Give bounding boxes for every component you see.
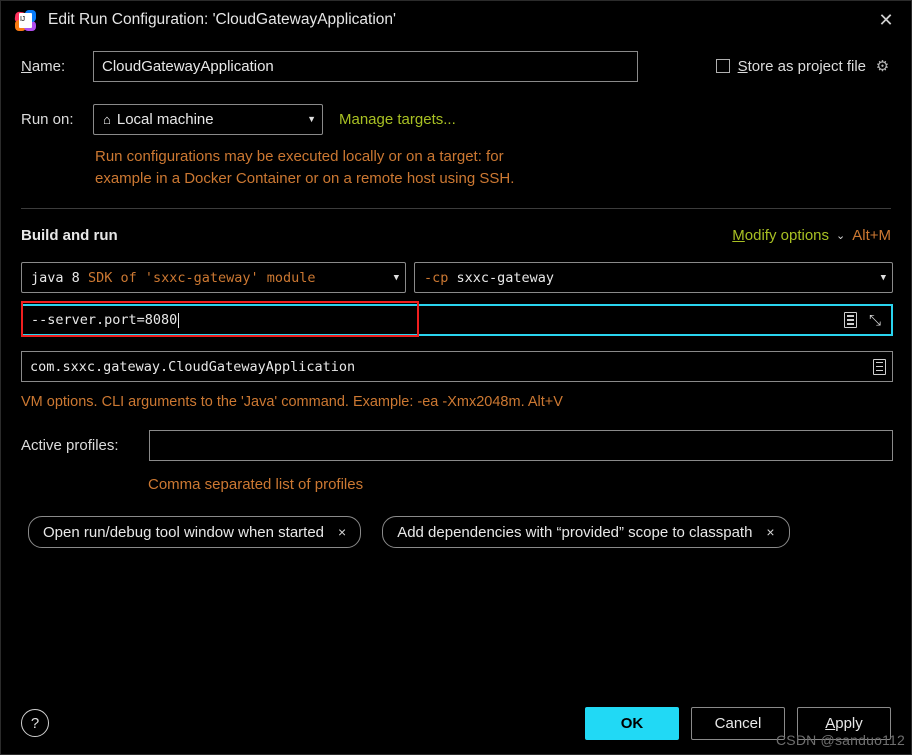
classpath-flag: -cp [424, 269, 449, 286]
gear-icon[interactable]: ⚙ [874, 58, 891, 75]
apply-label-rest: pply [835, 714, 863, 732]
build-and-run-title: Build and run [21, 226, 118, 244]
sdk-version: 8 [71, 269, 80, 286]
program-arguments-value: --server.port=8080 [31, 312, 178, 328]
classpath-module-combo[interactable]: -cp sxxc-gateway ▼ [414, 262, 893, 293]
titlebar: Edit Run Configuration: 'CloudGatewayApp… [1, 1, 911, 39]
name-row: Name: Store as project file ⚙ [1, 49, 911, 83]
footer-buttons: OK Cancel Apply [585, 706, 891, 740]
chevron-down-icon: ▼ [880, 272, 886, 283]
manage-targets-link[interactable]: Manage targets... [339, 111, 456, 128]
store-as-project-file-label: Store as project file [738, 58, 866, 75]
program-arguments-input[interactable]: --server.port=8080 ⤡ [21, 304, 893, 336]
close-icon[interactable]: × [766, 524, 774, 540]
run-on-combo[interactable]: ⌂ Local machine ▼ [93, 103, 323, 135]
help-icon[interactable]: ? [21, 709, 49, 737]
intellij-idea-logo-icon [14, 9, 36, 31]
list-document-icon[interactable] [873, 358, 886, 375]
active-profiles-input[interactable] [149, 430, 893, 461]
vm-options-hint: VM options. CLI arguments to the 'Java' … [21, 394, 563, 410]
run-on-value: Local machine [116, 110, 214, 128]
text-cursor [178, 312, 180, 328]
run-target-hint-line1: Run configurations may be executed local… [95, 148, 504, 165]
chevron-down-icon[interactable]: ⌄ [836, 229, 845, 242]
modify-options-shortcut: Alt+M [852, 226, 891, 244]
run-target-hint: Run configurations may be executed local… [95, 146, 655, 190]
store-as-project-file-checkbox[interactable] [715, 59, 730, 73]
modify-options-group: Modify options ⌄ Alt+M [732, 227, 891, 244]
program-arguments-icons: ⤡ [843, 312, 887, 328]
close-icon[interactable]: ✕ [873, 8, 899, 32]
store-as-project-file-group: Store as project file ⚙ [715, 58, 891, 75]
edit-run-configuration-dialog: Edit Run Configuration: 'CloudGatewayApp… [0, 0, 912, 755]
sdk-classpath-row: java 8 SDK of 'sxxc-gateway' module ▼ -c… [21, 262, 893, 293]
modify-options-mnemonic: M [732, 226, 745, 244]
modify-options-rest: odify options [744, 226, 830, 244]
modify-options-link[interactable]: Modify options [732, 227, 829, 244]
dialog-footer: ? OK Cancel Apply [1, 692, 911, 754]
build-and-run-header: Build and run Modify options ⌄ Alt+M [1, 223, 911, 247]
active-profiles-hint: Comma separated list of profiles [148, 476, 364, 493]
name-label-mnemonic: N [21, 57, 32, 75]
apply-button[interactable]: Apply [797, 706, 891, 740]
home-icon: ⌂ [103, 111, 111, 127]
dialog-title: Edit Run Configuration: 'CloudGatewayApp… [48, 11, 396, 28]
store-label-rest: tore as project file [747, 57, 866, 75]
chip-open-run-debug-tool-window[interactable]: Open run/debug tool window when started … [28, 516, 362, 548]
active-profiles-label: Active profiles: [21, 437, 119, 454]
name-input[interactable] [93, 50, 638, 82]
sdk-module-description: SDK of 'sxxc-gateway' module [87, 269, 316, 286]
apply-mnemonic: A [825, 714, 836, 732]
chevron-down-icon: ▼ [307, 114, 316, 124]
expand-icon[interactable]: ⤡ [869, 313, 881, 328]
chip-label: Open run/debug tool window when started [43, 523, 325, 541]
list-document-icon[interactable] [843, 312, 857, 328]
classpath-module-name: sxxc-gateway [456, 269, 555, 286]
name-label: Name: [21, 58, 93, 75]
run-on-row: Run on: ⌂ Local machine ▼ Manage targets… [1, 102, 911, 136]
name-label-rest: ame: [31, 57, 66, 75]
close-icon[interactable]: × [338, 524, 346, 540]
program-arguments-row: --server.port=8080 ⤡ [21, 301, 893, 337]
jre-sdk-combo[interactable]: java 8 SDK of 'sxxc-gateway' module ▼ [21, 262, 406, 293]
chevron-down-icon: ▼ [393, 272, 399, 283]
option-chips: Open run/debug tool window when started … [28, 516, 790, 548]
cancel-button[interactable]: Cancel [691, 706, 785, 740]
active-profiles-row: Active profiles: [21, 430, 893, 461]
sdk-java-keyword: java [31, 269, 64, 286]
main-class-input[interactable]: com.sxxc.gateway.CloudGatewayApplication [21, 351, 893, 382]
ok-button[interactable]: OK [585, 706, 679, 740]
chip-label: Add dependencies with “provided” scope t… [397, 523, 753, 541]
section-divider [21, 208, 891, 209]
run-on-label: Run on: [21, 110, 74, 128]
store-label-mnemonic: S [737, 57, 748, 75]
run-target-hint-line2: example in a Docker Container or on a re… [95, 170, 515, 187]
chip-add-provided-scope-dependencies[interactable]: Add dependencies with “provided” scope t… [382, 516, 790, 548]
main-class-value: com.sxxc.gateway.CloudGatewayApplication [30, 358, 356, 375]
